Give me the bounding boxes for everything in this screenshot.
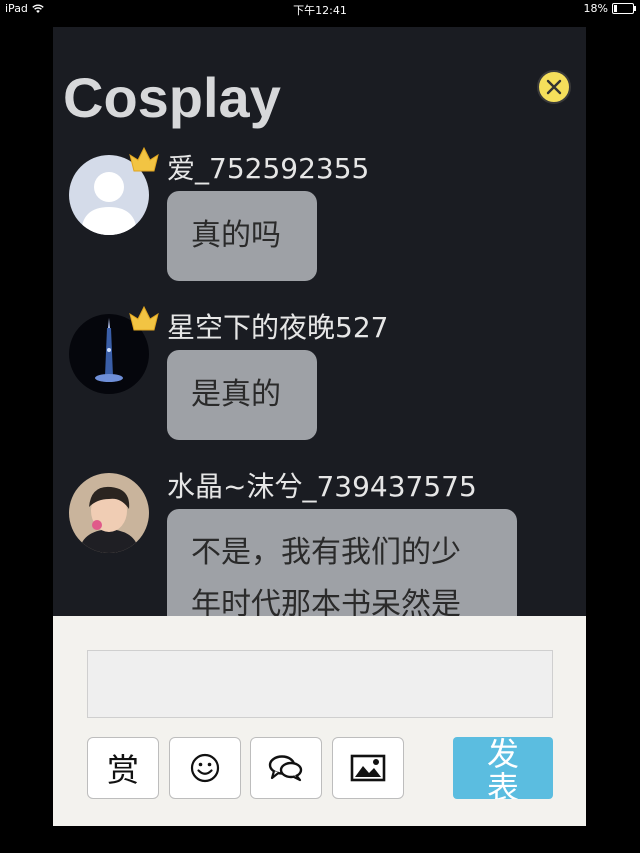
message-nickname[interactable]: 星空下的夜晚527 [167, 306, 388, 346]
close-icon [546, 79, 562, 95]
message-nickname[interactable]: 爱_752592355 [167, 147, 369, 187]
user-photo-avatar[interactable] [69, 473, 149, 553]
send-label: 发表 [486, 737, 519, 799]
status-time: 下午12:41 [293, 4, 347, 17]
smiley-icon [190, 753, 220, 783]
comment-input[interactable] [87, 650, 553, 718]
message-bubble: 是真的 [167, 350, 317, 440]
send-button[interactable]: 发表 [453, 737, 553, 799]
reward-label: 赏 [106, 751, 139, 789]
chat-button[interactable] [250, 737, 322, 799]
status-bar: iPad 下午12:41 18% [0, 0, 640, 18]
crown-icon [129, 146, 159, 172]
battery-icon [612, 3, 636, 14]
emoji-button[interactable] [169, 737, 241, 799]
chat-bubbles-icon [268, 755, 303, 782]
message-text-line: 不是，我有我们的少 [191, 535, 461, 570]
image-button[interactable] [332, 737, 404, 799]
message-bubble: 真的吗 [167, 191, 317, 281]
crown-icon [129, 305, 159, 331]
page-title: Cosplay [63, 66, 281, 129]
message-nickname[interactable]: 水晶~沫兮_739437575 [167, 465, 477, 505]
battery-percent: 18% [583, 2, 608, 15]
composer-bar: 赏 发表 [53, 616, 586, 826]
battery-level [614, 5, 617, 12]
status-right: 18% [583, 2, 636, 15]
reward-button[interactable]: 赏 [87, 737, 159, 799]
close-button[interactable] [537, 70, 571, 104]
image-icon [350, 754, 386, 782]
